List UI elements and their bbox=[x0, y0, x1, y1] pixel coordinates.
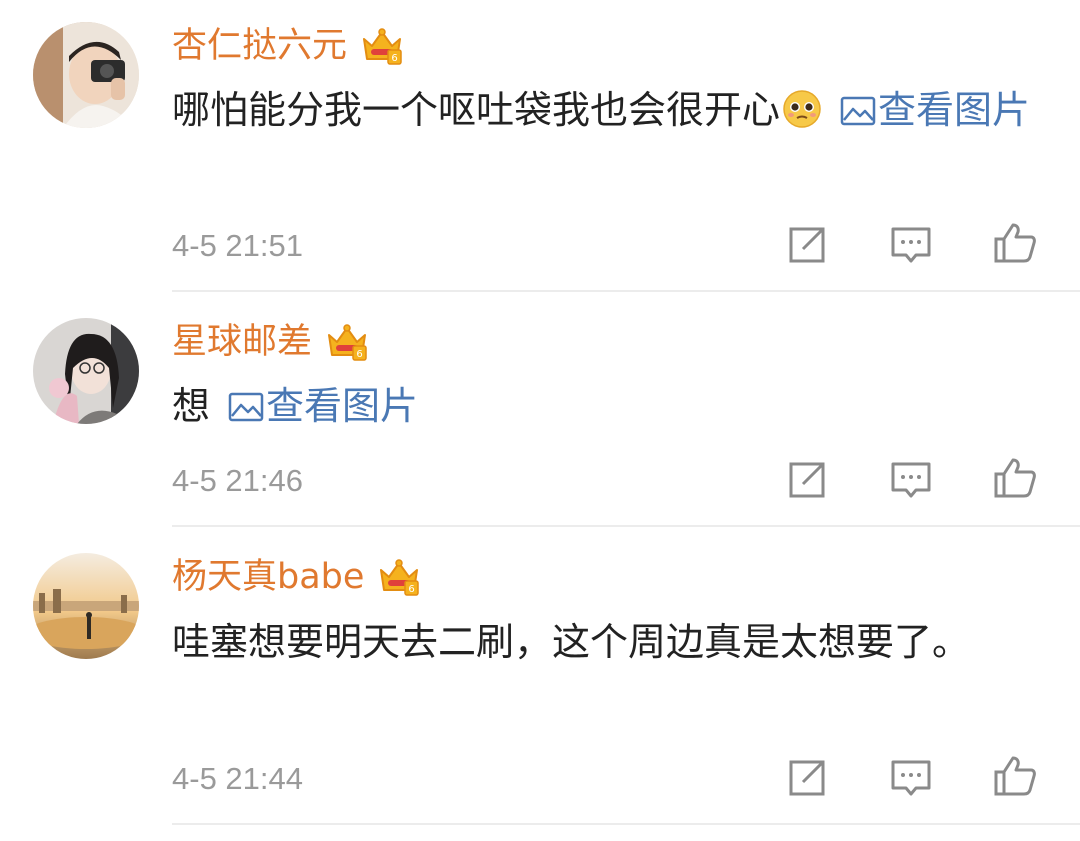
comment-body: 哇塞想要明天去二刷，这个周边真是太想要了。 bbox=[172, 620, 971, 664]
image-link-icon bbox=[228, 392, 264, 422]
share-icon[interactable] bbox=[785, 458, 829, 502]
comment-icon[interactable] bbox=[889, 756, 933, 800]
username[interactable]: 杨天真babe bbox=[172, 555, 420, 599]
avatar[interactable] bbox=[33, 22, 139, 128]
username[interactable]: 杏仁挞六元 bbox=[172, 24, 403, 68]
like-icon[interactable] bbox=[993, 221, 1037, 265]
comment-text: 哪怕能分我一个呕吐袋我也会很开心 查看图片 bbox=[172, 78, 1032, 142]
avatar-photo-icon bbox=[33, 22, 139, 128]
like-icon[interactable] bbox=[993, 754, 1037, 798]
view-image-link[interactable]: 查看图片 bbox=[840, 88, 1030, 132]
crown-badge-icon bbox=[326, 323, 368, 361]
timestamp: 4-5 21:51 bbox=[172, 228, 303, 263]
like-icon[interactable] bbox=[993, 456, 1037, 500]
share-icon[interactable] bbox=[785, 223, 829, 267]
comment-icon[interactable] bbox=[889, 223, 933, 267]
comment-body: 想 bbox=[172, 384, 211, 428]
crown-badge-icon bbox=[378, 558, 420, 596]
username-text[interactable]: 杏仁挞六元 bbox=[172, 24, 347, 68]
crown-badge-icon bbox=[361, 27, 403, 65]
comment-icon[interactable] bbox=[889, 458, 933, 502]
username-text[interactable]: 星球邮差 bbox=[172, 320, 312, 364]
divider bbox=[172, 823, 1080, 825]
divider bbox=[172, 290, 1080, 292]
image-link-icon bbox=[840, 96, 876, 126]
comment-text: 想 查看图片 bbox=[172, 374, 1032, 438]
avatar-photo-icon bbox=[33, 318, 139, 424]
username[interactable]: 星球邮差 bbox=[172, 320, 368, 364]
avatar[interactable] bbox=[33, 318, 139, 424]
comment-body: 哪怕能分我一个呕吐袋我也会很开心 bbox=[172, 88, 781, 132]
avatar-photo-icon bbox=[33, 553, 139, 659]
username-text[interactable]: 杨天真babe bbox=[172, 555, 364, 599]
divider bbox=[172, 525, 1080, 527]
view-image-label[interactable]: 查看图片 bbox=[878, 88, 1030, 132]
timestamp: 4-5 21:44 bbox=[172, 761, 303, 796]
timestamp: 4-5 21:46 bbox=[172, 463, 303, 498]
view-image-link[interactable]: 查看图片 bbox=[228, 384, 418, 428]
view-image-label[interactable]: 查看图片 bbox=[266, 384, 418, 428]
emoji-pleading-icon bbox=[783, 90, 821, 128]
avatar[interactable] bbox=[33, 553, 139, 659]
share-icon[interactable] bbox=[785, 756, 829, 800]
comment-text: 哇塞想要明天去二刷，这个周边真是太想要了。 bbox=[172, 610, 1012, 674]
